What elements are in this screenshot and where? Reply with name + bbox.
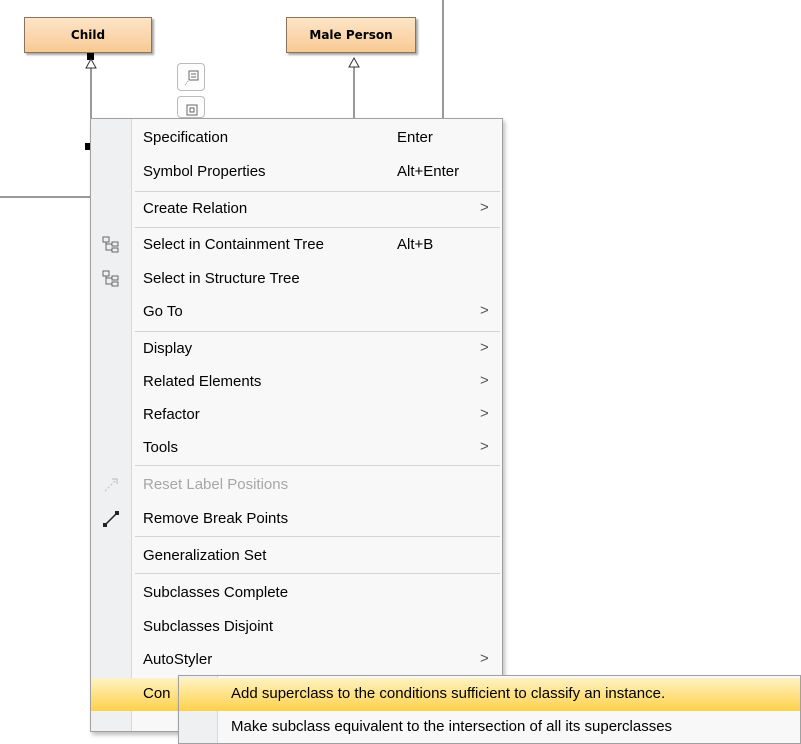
menu-item-label: Display bbox=[143, 340, 193, 357]
menu-separator bbox=[135, 465, 500, 466]
menu-item-select-containment-tree[interactable]: Select in Containment Tree Alt+B bbox=[91, 229, 502, 262]
menu-item-label: Subclasses Complete bbox=[143, 584, 289, 601]
menu-item-tools[interactable]: Tools > bbox=[91, 432, 502, 465]
menu-item-label: Related Elements bbox=[143, 373, 262, 390]
submenu: Add superclass to the conditions suffici… bbox=[178, 675, 801, 744]
menu-item-label: Con bbox=[143, 685, 171, 702]
menu-separator bbox=[135, 536, 500, 537]
menu-item-autostyler[interactable]: AutoStyler > bbox=[91, 644, 502, 677]
menu-item-label: Symbol Properties bbox=[143, 163, 266, 180]
menu-separator bbox=[135, 331, 500, 332]
menu-item-label: Generalization Set bbox=[143, 547, 267, 564]
structure-tree-icon bbox=[102, 270, 119, 287]
menu-item-label: Remove Break Points bbox=[143, 510, 289, 527]
menu-item-shortcut: Enter bbox=[397, 129, 433, 146]
note-icon bbox=[184, 70, 199, 86]
menu-separator bbox=[135, 191, 500, 192]
menu-item-label: AutoStyler bbox=[143, 651, 213, 668]
menu-item-subclasses-disjoint[interactable]: Subclasses Disjoint bbox=[91, 611, 502, 644]
menu-item-select-structure-tree[interactable]: Select in Structure Tree bbox=[91, 263, 502, 296]
menu-item-label: Tools bbox=[143, 439, 179, 456]
submenu-arrow-icon: > bbox=[480, 339, 489, 356]
constraint-button[interactable] bbox=[177, 96, 205, 118]
generalization-arrowhead-male bbox=[348, 56, 360, 68]
menu-item-reset-label-positions[interactable]: Reset Label Positions bbox=[91, 469, 502, 502]
constraint-icon bbox=[186, 104, 198, 116]
menu-item-remove-break-points[interactable]: Remove Break Points bbox=[91, 503, 502, 536]
menu-item-label: Reset Label Positions bbox=[143, 476, 289, 493]
menu-item-shortcut: Alt+Enter bbox=[397, 163, 460, 180]
menu-item-related-elements[interactable]: Related Elements > bbox=[91, 366, 502, 399]
submenu-item-label: Add superclass to the conditions suffici… bbox=[231, 685, 666, 702]
menu-item-go-to[interactable]: Go To > bbox=[91, 296, 502, 329]
menu-item-label: Specification bbox=[143, 129, 229, 146]
menu-item-shortcut: Alt+B bbox=[397, 236, 434, 253]
menu-item-symbol-properties[interactable]: Symbol Properties Alt+Enter bbox=[91, 156, 502, 189]
menu-item-subclasses-complete[interactable]: Subclasses Complete bbox=[91, 577, 502, 610]
menu-separator bbox=[135, 573, 500, 574]
menu-item-label: Subclasses Disjoint bbox=[143, 618, 274, 635]
uml-class-male-person[interactable]: Male Person bbox=[286, 17, 416, 53]
submenu-arrow-icon: > bbox=[480, 302, 489, 319]
uml-class-child[interactable]: Child bbox=[24, 17, 152, 53]
class-name: Child bbox=[70, 28, 106, 42]
menu-item-label: Go To bbox=[143, 303, 183, 320]
menu-separator bbox=[135, 227, 500, 228]
menu-item-generalization-set[interactable]: Generalization Set bbox=[91, 540, 502, 573]
menu-item-refactor[interactable]: Refactor > bbox=[91, 399, 502, 432]
containment-tree-icon bbox=[102, 236, 119, 253]
menu-item-label: Create Relation bbox=[143, 200, 248, 217]
menu-item-label: Refactor bbox=[143, 406, 200, 423]
menu-item-label: Select in Structure Tree bbox=[143, 270, 300, 287]
submenu-arrow-icon: > bbox=[480, 405, 489, 422]
context-menu: Specification Enter Symbol Properties Al… bbox=[90, 118, 503, 732]
note-button[interactable] bbox=[177, 63, 205, 91]
submenu-item-label: Make subclass equivalent to the intersec… bbox=[231, 718, 673, 735]
menu-item-create-relation[interactable]: Create Relation > bbox=[91, 193, 502, 226]
submenu-arrow-icon: > bbox=[480, 372, 489, 389]
class-name: Male Person bbox=[309, 28, 393, 42]
menu-item-display[interactable]: Display > bbox=[91, 333, 502, 366]
submenu-item-add-superclass-conditions[interactable]: Add superclass to the conditions suffici… bbox=[179, 678, 800, 711]
remove-break-points-icon bbox=[103, 511, 119, 527]
submenu-arrow-icon: > bbox=[480, 199, 489, 216]
submenu-arrow-icon: > bbox=[480, 438, 489, 455]
generalization-arrowhead-child bbox=[85, 57, 97, 69]
submenu-item-make-subclass-equivalent[interactable]: Make subclass equivalent to the intersec… bbox=[179, 711, 800, 744]
menu-item-specification[interactable]: Specification Enter bbox=[91, 122, 502, 155]
submenu-arrow-icon: > bbox=[480, 650, 489, 667]
reset-label-icon bbox=[104, 478, 118, 492]
menu-item-label: Select in Containment Tree bbox=[143, 236, 324, 253]
